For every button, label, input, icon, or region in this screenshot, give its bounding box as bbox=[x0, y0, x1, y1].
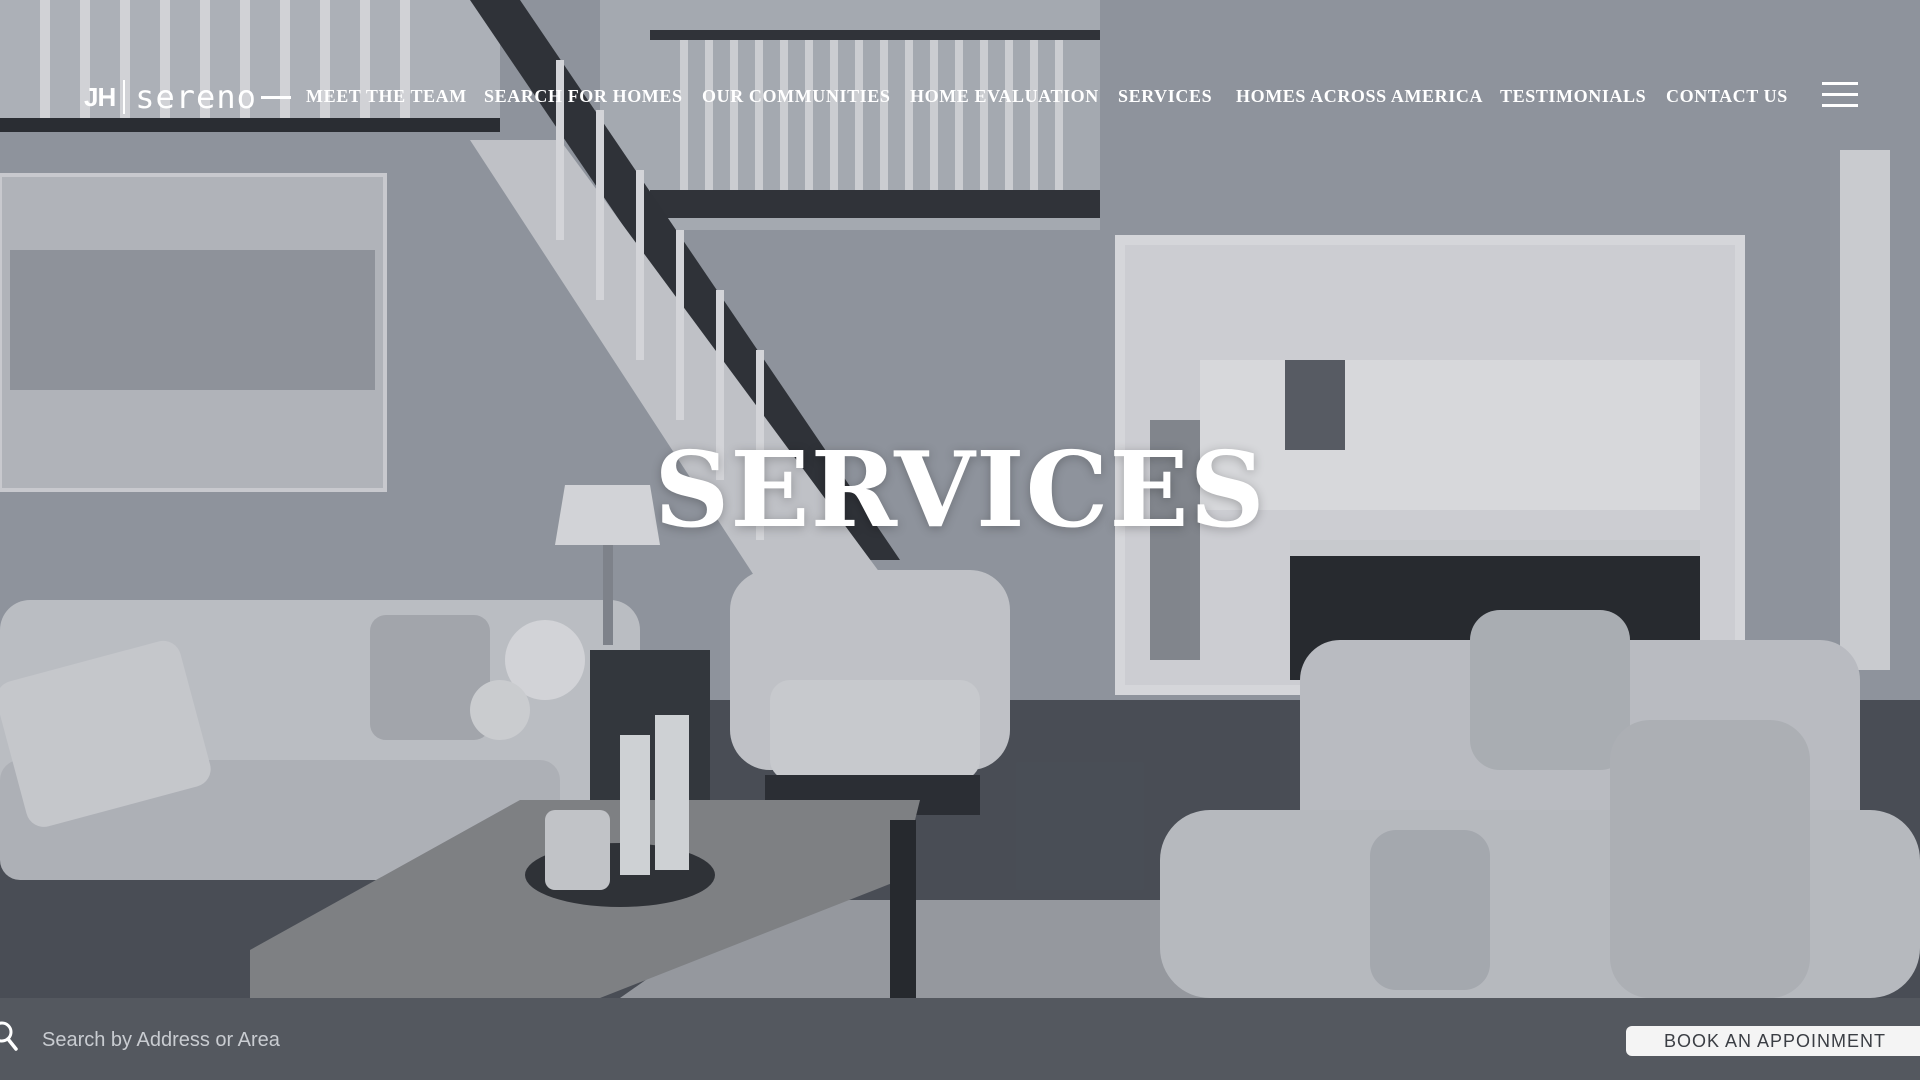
nav-item-homes-across-america[interactable]: HOMES ACROSS AMERICA bbox=[1236, 86, 1483, 107]
nav-item-contact-us[interactable]: CONTACT US bbox=[1666, 86, 1788, 107]
logo-dash bbox=[260, 95, 291, 99]
nav-item-testimonials[interactable]: TESTIMONIALS bbox=[1500, 86, 1646, 107]
search-icon[interactable] bbox=[0, 1018, 20, 1054]
brand-monogram: JH bbox=[84, 81, 116, 112]
page-title: SERVICES bbox=[654, 428, 1266, 551]
nav-item-home-evaluation[interactable]: HOME EVALUATION bbox=[910, 86, 1099, 107]
nav-item-search-for-homes[interactable]: SEARCH FOR HOMES bbox=[484, 86, 683, 107]
nav-item-our-communities[interactable]: OUR COMMUNITIES bbox=[702, 86, 891, 107]
search-input[interactable] bbox=[40, 1020, 944, 1060]
hamburger-menu-icon[interactable] bbox=[1822, 82, 1858, 108]
brand-logo[interactable]: JH sereno bbox=[84, 74, 291, 120]
site-header: JH sereno MEET THE TEAM SEARCH FOR HOMES… bbox=[0, 0, 1920, 190]
logo-divider bbox=[123, 80, 126, 114]
book-appointment-button[interactable]: BOOK AN APPOINMENT bbox=[1626, 1026, 1920, 1056]
nav-item-services[interactable]: SERVICES bbox=[1118, 86, 1212, 107]
brand-name: sereno bbox=[135, 78, 257, 116]
nav-item-meet-the-team[interactable]: MEET THE TEAM bbox=[306, 86, 467, 107]
